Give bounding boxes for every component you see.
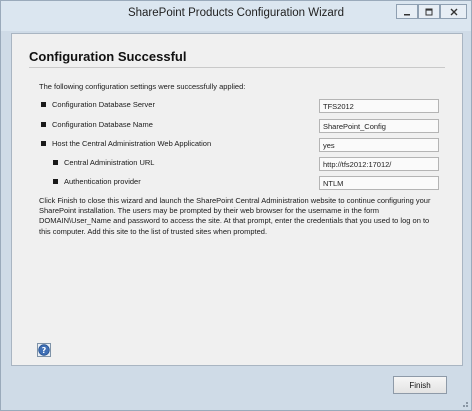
bullet-icon <box>41 141 46 146</box>
finish-button[interactable]: Finish <box>393 376 447 394</box>
maximize-button[interactable] <box>418 4 440 19</box>
bullet-icon <box>53 179 58 184</box>
wizard-window: SharePoint Products Configuration Wizard… <box>0 0 472 411</box>
setting-row: Configuration Database Name SharePoint_C… <box>1 119 472 133</box>
bullet-icon <box>53 160 58 165</box>
setting-value-field[interactable]: NTLM <box>319 176 439 190</box>
minimize-button[interactable] <box>396 4 418 19</box>
setting-row: Configuration Database Server TFS2012 <box>1 99 472 113</box>
help-button[interactable]: ? <box>37 343 51 357</box>
intro-text: The following configuration settings wer… <box>39 82 246 91</box>
setting-row: Central Administration URL http://tfs201… <box>1 157 472 171</box>
setting-row: Host the Central Administration Web Appl… <box>1 138 472 152</box>
close-button[interactable] <box>440 4 467 19</box>
title-bar[interactable]: SharePoint Products Configuration Wizard <box>1 1 471 31</box>
setting-value-field[interactable]: yes <box>319 138 439 152</box>
description-text: Click Finish to close this wizard and la… <box>39 196 431 236</box>
close-icon <box>450 8 457 15</box>
page-heading: Configuration Successful <box>29 49 187 64</box>
bullet-icon <box>41 102 46 107</box>
bullet-icon <box>41 122 46 127</box>
setting-label: Host the Central Administration Web Appl… <box>52 139 212 148</box>
setting-label: Configuration Database Name <box>52 120 153 129</box>
setting-value-field[interactable]: SharePoint_Config <box>319 119 439 133</box>
minimize-icon <box>404 13 410 15</box>
setting-label: Configuration Database Server <box>52 100 155 109</box>
heading-divider <box>29 67 445 68</box>
setting-value-field[interactable]: http://tfs2012:17012/ <box>319 157 439 171</box>
resize-grip-icon[interactable] <box>459 398 469 408</box>
setting-label: Central Administration URL <box>64 158 155 167</box>
setting-row: Authentication provider NTLM <box>1 176 472 190</box>
setting-label: Authentication provider <box>64 177 141 186</box>
help-icon: ? <box>38 344 50 356</box>
svg-text:?: ? <box>42 346 47 355</box>
maximize-icon <box>425 8 433 15</box>
setting-value-field[interactable]: TFS2012 <box>319 99 439 113</box>
